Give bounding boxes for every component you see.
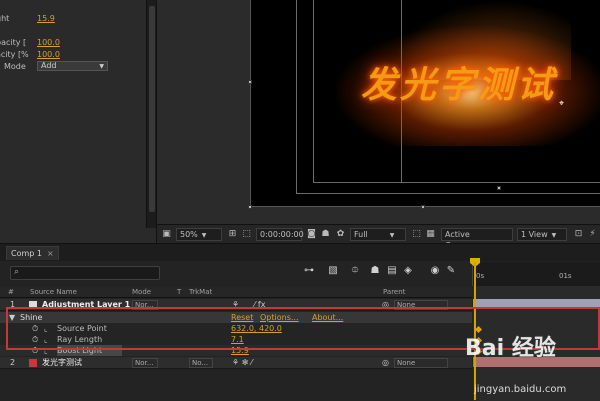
effect-panel-scrollbar[interactable]: [146, 0, 156, 228]
fast-previews-icon[interactable]: ⚡: [587, 229, 598, 240]
parent-dropdown[interactable]: None: [394, 358, 448, 368]
draft-3d-icon[interactable]: ⯐: [348, 264, 362, 278]
frame-blending-icon[interactable]: ▤: [385, 264, 399, 278]
col-source-name[interactable]: Source Name: [30, 287, 77, 298]
chevron-down-icon: ▼: [389, 232, 395, 239]
views-dropdown[interactable]: 1 View ▼: [517, 228, 567, 241]
region-icon[interactable]: ⬚: [241, 229, 252, 240]
prop-value[interactable]: 15.9: [37, 13, 55, 24]
col-parent[interactable]: Parent: [383, 287, 405, 298]
snapshot-icon[interactable]: ◙: [306, 229, 317, 240]
prop-label: Mode: [4, 62, 26, 71]
layer-handle[interactable]: [248, 205, 252, 209]
live-update-icon[interactable]: ▧: [326, 264, 340, 278]
tab-label: Comp 1: [11, 249, 42, 258]
comp-mini-flowchart-icon[interactable]: ⊶: [302, 264, 316, 278]
camera-dropdown[interactable]: Active Camera▼: [441, 228, 513, 250]
chevron-down-icon: ▼: [551, 232, 557, 239]
col-mode[interactable]: Mode: [132, 287, 151, 298]
brainstorm-icon[interactable]: ◉: [428, 264, 442, 278]
prop-label: ght: [0, 14, 10, 23]
blend-mode-value: Nor...: [135, 359, 154, 367]
search-icon: ⌕: [14, 267, 20, 277]
switch-shy-icon[interactable]: ⚘ ✻ ⁄: [232, 357, 252, 369]
always-preview-icon[interactable]: ▣: [161, 229, 172, 240]
watermark-url: jingyan.baidu.com: [474, 384, 567, 395]
layer-handle[interactable]: [248, 80, 252, 84]
current-time-field[interactable]: 0:00:00:00: [256, 228, 304, 241]
chevron-down-icon: ▼: [99, 63, 104, 70]
toggle-pixel-aspect-icon[interactable]: ⊡: [573, 229, 584, 240]
prop-value[interactable]: 100.0: [37, 49, 60, 60]
tab-comp-1[interactable]: Comp 1 ×: [6, 246, 59, 260]
parent-value: None: [397, 359, 416, 367]
zoom-dropdown[interactable]: 50% ▼: [176, 228, 222, 241]
prop-label: acity [%: [0, 50, 29, 59]
layer-number: 2: [10, 358, 16, 367]
dropdown-value: Add: [41, 61, 57, 70]
pickwhip-icon[interactable]: ◎: [382, 357, 389, 369]
layer-handle[interactable]: [421, 205, 425, 209]
safe-margins-icon[interactable]: ⊞: [227, 229, 238, 240]
resolution-dropdown[interactable]: Full ▼: [350, 228, 406, 241]
watermark-logo: Bai 经验: [465, 336, 556, 361]
blend-mode-dropdown[interactable]: Nor...: [132, 358, 158, 368]
composition-viewer[interactable]: 发光字测试 ⌖: [157, 0, 600, 224]
label-color-swatch[interactable]: [29, 359, 37, 367]
trkmat-value: No...: [192, 359, 209, 367]
composition-frame[interactable]: 发光字测试 ⌖: [250, 0, 600, 207]
channel-icon[interactable]: ✿: [335, 229, 346, 240]
column-header: # Source Name Mode T TrkMat Parent: [0, 287, 472, 298]
prop-label: pacity [: [0, 38, 27, 47]
transfer-mode-dropdown[interactable]: Add ▼: [37, 61, 108, 71]
time-ruler[interactable]: 0s 01s: [472, 262, 600, 286]
anchor-point-icon[interactable]: ⌖: [559, 99, 564, 109]
close-icon[interactable]: ×: [47, 249, 54, 258]
col-t: T: [177, 288, 182, 296]
comp-text-layer[interactable]: 发光字测试: [361, 56, 556, 108]
chevron-down-icon: ▼: [201, 232, 207, 239]
layer-row[interactable]: 2 发光字测试 Nor... No... ⚘ ✻ ⁄ ◎ None: [0, 357, 472, 369]
motion-blur-icon[interactable]: ◈: [401, 264, 415, 278]
timeline-tab-strip: Comp 1 ×: [0, 244, 600, 261]
zoom-value: 50%: [180, 230, 198, 239]
scrollbar-thumb[interactable]: [149, 6, 155, 212]
viewer-toolbar: ▣ 50% ▼ ⊞ ⬚ 0:00:00:00 ◙ ☗ ✿ Full ▼ ⬚ ▦ Ac…: [157, 224, 600, 250]
ruler-tick-label: 0s: [476, 272, 485, 280]
region-of-interest-icon[interactable]: ⬚: [411, 229, 422, 240]
layer-handle[interactable]: [497, 186, 501, 190]
graph-editor-icon[interactable]: ✎: [444, 264, 458, 278]
show-snapshot-icon[interactable]: ☗: [320, 229, 331, 240]
prop-value[interactable]: 100.0: [37, 37, 60, 48]
hide-shy-layers-icon[interactable]: ☗: [368, 264, 382, 278]
timecode: 0:00:00:00: [260, 230, 304, 239]
layer-name[interactable]: 发光字测试: [42, 357, 82, 369]
views-value: 1 View: [521, 230, 548, 239]
resolution-value: Full: [354, 230, 368, 239]
transparency-grid-icon[interactable]: ▦: [425, 229, 436, 240]
col-num: #: [8, 288, 14, 296]
layer-search-input[interactable]: ⌕: [10, 266, 160, 280]
effect-controls-panel: ght 15.9 pacity [ 100.0 acity [% 100.0 M…: [0, 0, 157, 243]
trkmat-dropdown[interactable]: No...: [189, 358, 213, 368]
col-trkmat[interactable]: TrkMat: [189, 287, 212, 298]
ruler-tick-label: 01s: [559, 272, 572, 280]
